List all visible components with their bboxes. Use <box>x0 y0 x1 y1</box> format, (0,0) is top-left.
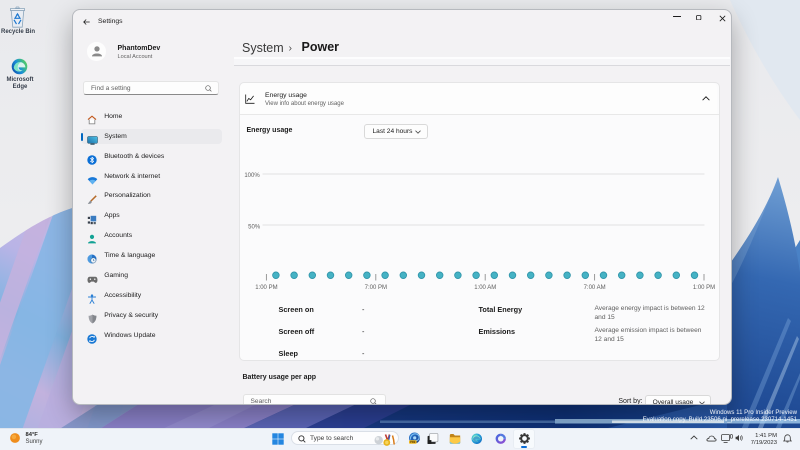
svg-text:1:00 AM: 1:00 AM <box>474 285 496 291</box>
svg-text:50%: 50% <box>248 224 261 230</box>
svg-text:1:00 PM: 1:00 PM <box>255 285 277 291</box>
svg-text:7:00 PM: 7:00 PM <box>364 285 386 291</box>
svg-text:PRE: PRE <box>410 440 416 444</box>
svg-text:100%: 100% <box>244 173 260 179</box>
svg-text:1:00 PM: 1:00 PM <box>692 285 714 291</box>
svg-text:7:00 AM: 7:00 AM <box>583 285 605 291</box>
